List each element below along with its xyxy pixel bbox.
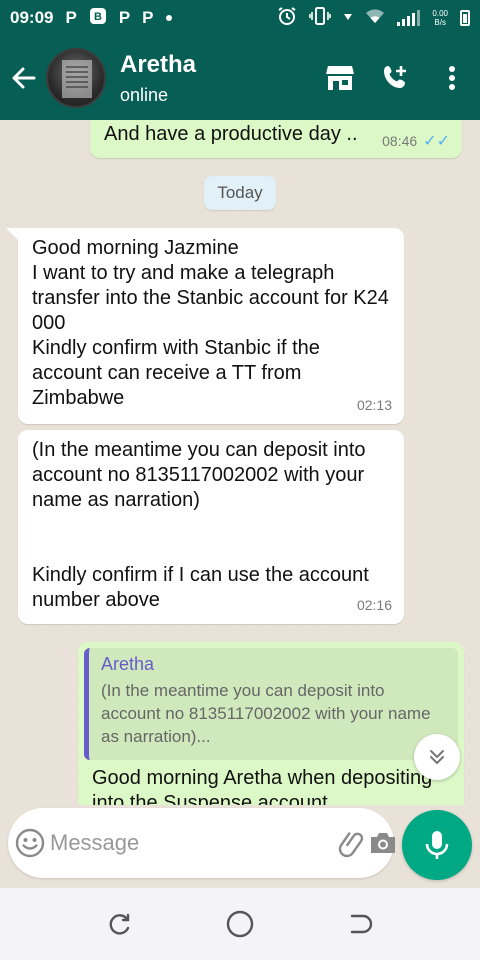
more-options-button[interactable]: [424, 50, 480, 106]
emoji-icon: [15, 828, 45, 858]
message-input[interactable]: [46, 823, 338, 863]
avatar[interactable]: [46, 48, 106, 108]
system-nav-bar: [0, 888, 480, 960]
back-button[interactable]: [2, 56, 46, 100]
network-speed-value: 0.00: [432, 9, 448, 18]
message-bubble-outgoing[interactable]: And have a productive day .. 08:46 ✓✓: [90, 120, 462, 158]
notification-icons: P B P P: [65, 7, 172, 30]
emoji-button[interactable]: [14, 816, 46, 870]
back-icon: [350, 914, 373, 934]
contact-name: Aretha: [120, 50, 197, 78]
scroll-to-bottom-button[interactable]: [414, 734, 460, 780]
bubble-tail: [6, 228, 18, 240]
status-bar: 09:09 P B P P 0.00 B/s: [0, 0, 480, 36]
chevron-double-down-icon: [430, 750, 444, 764]
message-time: 08:46 ✓✓: [382, 129, 450, 154]
message-time: 02:16: [356, 597, 392, 613]
signal-icon: [397, 10, 421, 26]
add-call-icon: [384, 66, 406, 88]
message-text: (In the meantime you can deposit into ac…: [32, 439, 369, 611]
message-bubble-incoming[interactable]: (In the meantime you can deposit into ac…: [18, 430, 404, 624]
vibrate-icon: [309, 6, 332, 31]
home-button[interactable]: [212, 896, 268, 952]
back-nav-button[interactable]: [332, 896, 388, 952]
voice-record-button[interactable]: [402, 810, 472, 880]
message-time: 02:13: [356, 397, 392, 413]
svg-text:B: B: [94, 11, 102, 23]
camera-button[interactable]: [368, 816, 398, 870]
battery-icon: [460, 10, 470, 26]
alarm-icon: [277, 6, 297, 31]
date-divider: Today: [204, 176, 276, 210]
wifi-icon: [365, 8, 385, 29]
message-text: And have a productive day ..: [104, 123, 358, 145]
message-text: Good morning Aretha when depositing into…: [92, 767, 433, 805]
network-speed: 0.00 B/s: [432, 9, 448, 27]
message-bubble-incoming[interactable]: Good morning Jazmine I want to try and m…: [18, 228, 404, 424]
contact-info[interactable]: Aretha online: [120, 51, 196, 106]
chat-area[interactable]: And have a productive day .. 08:46 ✓✓ Tod…: [0, 120, 480, 805]
more-icon: [449, 66, 455, 90]
p-icon: P: [142, 8, 154, 27]
system-icons: 0.00 B/s: [277, 6, 470, 31]
network-speed-unit: B/s: [434, 18, 446, 27]
contact-status: online: [120, 84, 169, 105]
store-button[interactable]: [312, 50, 368, 106]
attach-button[interactable]: [338, 816, 368, 870]
arrow-left-icon: [12, 67, 36, 89]
data-arrow-icon: [343, 9, 353, 27]
home-icon: [226, 910, 254, 938]
chat-header: Aretha online: [0, 36, 480, 120]
p-icon: P: [65, 8, 77, 27]
message-time-text: 08:46: [382, 133, 418, 149]
b-icon: B: [89, 7, 107, 30]
quote-text: (In the meantime you can deposit into ac…: [101, 681, 431, 746]
store-icon: [326, 66, 354, 90]
header-actions: [312, 50, 480, 106]
recents-button[interactable]: [92, 896, 148, 952]
message-composer: [8, 808, 395, 878]
quoted-message[interactable]: Aretha (In the meantime you can deposit …: [84, 648, 458, 760]
status-time: 09:09: [10, 8, 54, 27]
camera-icon: [371, 833, 395, 853]
microphone-icon: [425, 831, 449, 859]
read-ticks-icon: ✓✓: [423, 133, 450, 150]
p-icon: P: [118, 8, 131, 27]
paperclip-icon: [338, 832, 364, 858]
add-call-button[interactable]: [368, 50, 424, 106]
message-text: Good morning Jazmine I want to try and m…: [32, 237, 389, 409]
recents-icon: [109, 913, 130, 935]
quote-author: Aretha: [101, 654, 155, 674]
dot-icon: [165, 15, 172, 21]
